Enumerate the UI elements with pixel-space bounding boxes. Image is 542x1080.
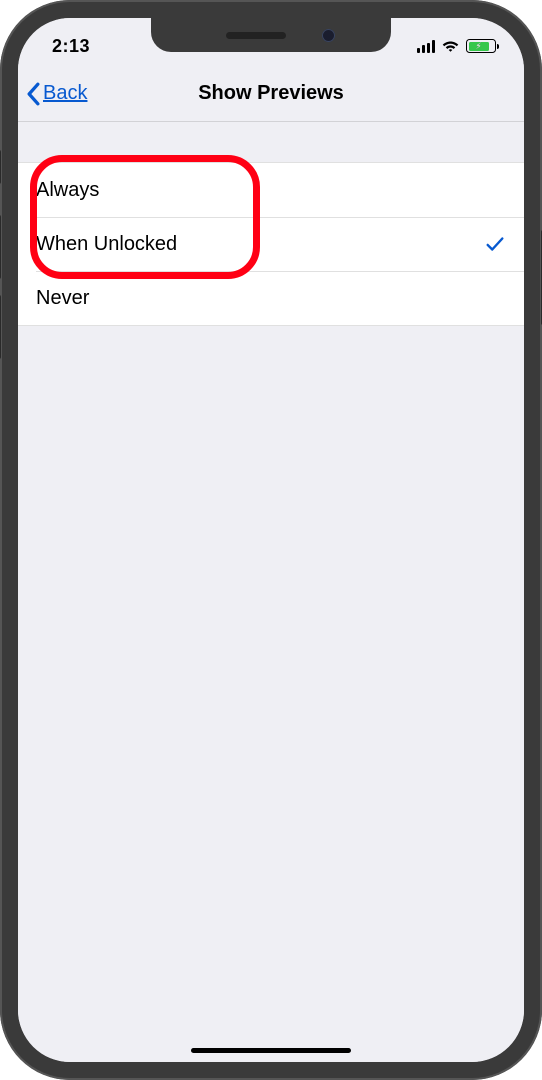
status-time: 2:13: [52, 28, 90, 57]
content-area: Always When Unlocked Never: [18, 122, 524, 1062]
battery-fill: ⚡︎: [469, 42, 489, 51]
status-indicators: ⚡︎: [417, 31, 497, 53]
volume-down-button: [0, 295, 1, 359]
option-never[interactable]: Never: [18, 271, 524, 325]
front-camera: [322, 29, 335, 42]
back-label: Back: [43, 82, 87, 105]
navigation-bar: Back Show Previews: [18, 66, 524, 122]
speaker-grille: [226, 32, 286, 39]
option-label: Never: [36, 287, 89, 310]
options-group: Always When Unlocked Never: [18, 162, 524, 326]
chevron-left-icon: [26, 82, 41, 106]
mute-switch: [0, 150, 1, 184]
option-label: Always: [36, 179, 99, 202]
checkmark-icon: [484, 233, 506, 255]
battery-icon: ⚡︎: [466, 39, 496, 53]
wifi-icon: [441, 39, 460, 53]
screen: 2:13 ⚡︎ Back Show Previews: [18, 18, 524, 1062]
volume-up-button: [0, 215, 1, 279]
option-always[interactable]: Always: [18, 163, 524, 217]
back-button[interactable]: Back: [26, 81, 87, 106]
option-when-unlocked[interactable]: When Unlocked: [18, 217, 524, 271]
charging-bolt-icon: ⚡︎: [475, 42, 481, 51]
option-label: When Unlocked: [36, 233, 177, 256]
notch: [151, 18, 391, 52]
device-frame: 2:13 ⚡︎ Back Show Previews: [0, 0, 542, 1080]
home-indicator[interactable]: [191, 1048, 351, 1053]
cellular-signal-icon: [417, 40, 436, 53]
page-title: Show Previews: [198, 82, 344, 105]
